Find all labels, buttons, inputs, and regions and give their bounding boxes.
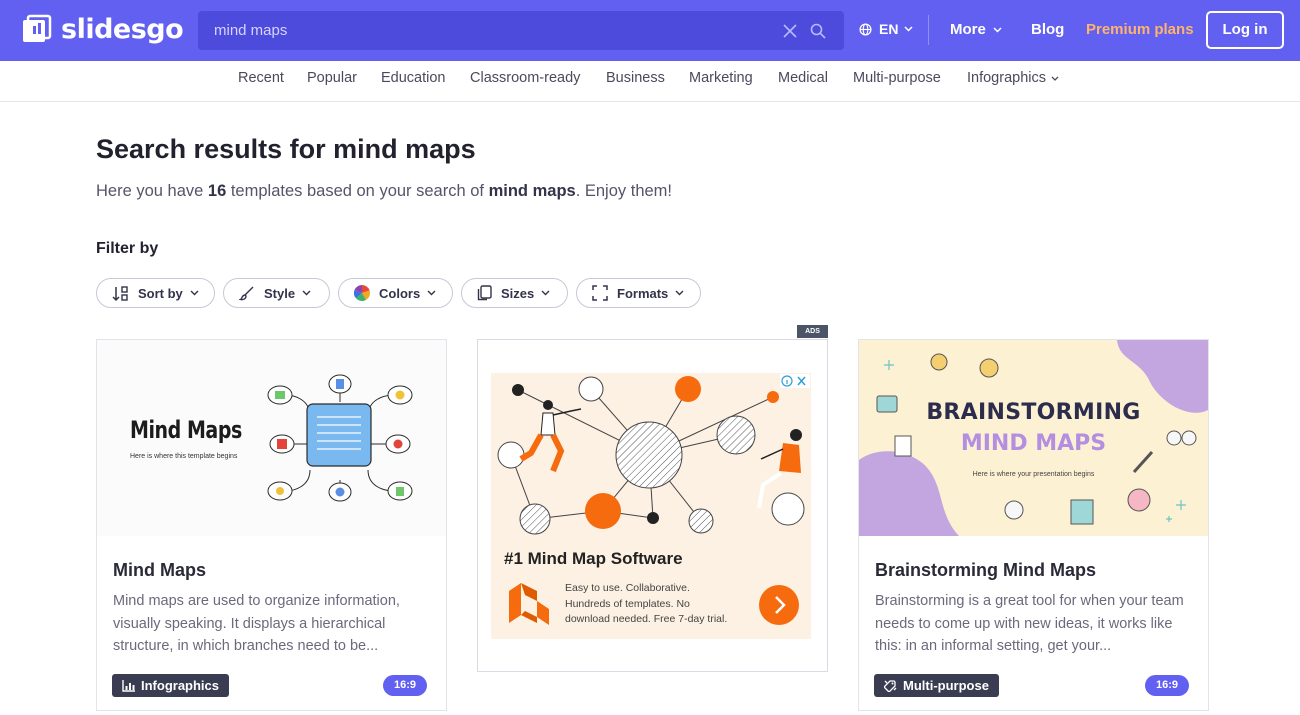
summary-text-pre: Here you have — [96, 182, 208, 200]
template-card[interactable]: Mind Maps Here is where this template be… — [96, 339, 447, 711]
slidesgo-logo-icon — [23, 14, 52, 42]
chevron-down-icon — [541, 290, 550, 296]
search-input[interactable] — [198, 11, 758, 50]
template-title[interactable]: Mind Maps — [113, 560, 206, 581]
results-summary: Here you have 16 templates based on your… — [96, 182, 672, 201]
mind-map-illustration — [267, 374, 413, 502]
globe-icon — [859, 22, 872, 36]
tag-label: Multi-purpose — [903, 678, 989, 693]
advertisement[interactable]: #1 Mind Map Software Easy to use. Collab… — [477, 339, 828, 672]
category-classroom-ready[interactable]: Classroom-ready — [470, 70, 580, 86]
slidesgo-logo[interactable]: slidesgo — [22, 13, 184, 45]
summary-text-post: . Enjoy them! — [575, 182, 672, 200]
category-multi-purpose[interactable]: Multi-purpose — [853, 70, 941, 86]
thumbnail-title: Mind Maps — [130, 416, 242, 444]
template-title[interactable]: Brainstorming Mind Maps — [875, 560, 1096, 581]
bar-chart-icon — [122, 679, 135, 692]
thumbnail-subtitle: Here is where this template begins — [130, 453, 238, 460]
sort-by-label: Sort by — [138, 285, 183, 301]
ads-label: ADS — [797, 325, 828, 338]
category-infographics[interactable]: Infographics — [967, 70, 1059, 86]
category-recent[interactable]: Recent — [238, 70, 284, 86]
aspect-ratio-badge: 16:9 — [383, 675, 427, 696]
ad-next-button[interactable] — [759, 585, 799, 625]
tag-link-icon — [884, 680, 897, 692]
ad-creative[interactable]: #1 Mind Map Software Easy to use. Collab… — [491, 373, 811, 639]
sizes-label: Sizes — [501, 285, 535, 301]
formats-label: Formats — [617, 285, 669, 301]
category-medical[interactable]: Medical — [778, 70, 828, 86]
ad-mind-map-illustration — [497, 376, 805, 535]
category-marketing[interactable]: Marketing — [689, 70, 753, 86]
chevron-down-icon — [190, 290, 199, 296]
search-box — [198, 11, 844, 50]
category-bar: Recent Popular Education Classroom-ready… — [0, 61, 1300, 102]
ad-choices-icon[interactable] — [780, 374, 810, 388]
category-tag-multi-purpose[interactable]: Multi-purpose — [874, 674, 999, 697]
chevron-down-icon — [427, 290, 436, 296]
result-count: 16 — [207, 182, 227, 200]
template-card[interactable]: BRAINSTORMING MIND MAPS Here is where yo… — [858, 339, 1209, 711]
login-button[interactable]: Log in — [1206, 11, 1284, 49]
language-label: EN — [879, 21, 899, 37]
template-description: Brainstorming is a great tool for when y… — [875, 593, 1184, 654]
thumbnail-title-line-1: BRAINSTORMING — [926, 400, 1141, 425]
more-label: More — [950, 21, 986, 38]
category-popular[interactable]: Popular — [307, 70, 357, 86]
search-query: mind maps — [488, 182, 576, 200]
brush-icon — [239, 286, 254, 301]
ad-description: Easy to use. Collaborative. Hundreds of … — [565, 582, 728, 625]
category-education[interactable]: Education — [381, 70, 446, 86]
template-thumbnail[interactable]: BRAINSTORMING MIND MAPS Here is where yo… — [859, 340, 1208, 536]
page-title: Search results for mind maps — [96, 134, 476, 164]
colors-filter[interactable]: Colors — [338, 278, 453, 308]
sizes-filter[interactable]: Sizes — [461, 278, 568, 308]
sort-icon — [112, 285, 128, 301]
color-wheel-icon — [354, 285, 370, 301]
header-divider — [928, 15, 929, 45]
more-menu[interactable]: More — [950, 21, 1002, 38]
ad-brand-logo — [509, 583, 549, 625]
clear-search-icon[interactable] — [782, 23, 798, 39]
top-navigation-bar: slidesgo EN More Blog Premium plans Log … — [0, 0, 1300, 61]
logo-text: slidesgo — [61, 13, 184, 45]
language-selector[interactable]: EN — [859, 21, 913, 37]
filter-label: Filter by — [96, 240, 159, 257]
chevron-down-icon — [302, 290, 311, 296]
chevron-down-icon — [904, 26, 913, 32]
style-filter[interactable]: Style — [223, 278, 330, 308]
category-infographics-label: Infographics — [967, 70, 1046, 86]
tag-label: Infographics — [141, 678, 220, 693]
aspect-ratio-badge: 16:9 — [1145, 675, 1189, 696]
chevron-right-icon — [775, 596, 786, 614]
sort-by-filter[interactable]: Sort by — [96, 278, 215, 308]
colors-label: Colors — [379, 285, 421, 301]
chevron-down-icon — [675, 290, 684, 296]
template-thumbnail[interactable]: Mind Maps Here is where this template be… — [97, 340, 446, 536]
frame-icon — [592, 285, 608, 301]
category-tag-infographics[interactable]: Infographics — [112, 674, 230, 697]
blog-link[interactable]: Blog — [1031, 21, 1064, 38]
chevron-down-icon — [1051, 76, 1059, 81]
thumbnail-subtitle: Here is where your presentation begins — [972, 471, 1095, 478]
thumbnail-title-line-2: MIND MAPS — [960, 431, 1107, 456]
formats-filter[interactable]: Formats — [576, 278, 701, 308]
search-icon[interactable] — [810, 23, 826, 39]
ad-title[interactable]: #1 Mind Map Software — [504, 549, 683, 569]
category-business[interactable]: Business — [606, 70, 665, 86]
premium-plans-link[interactable]: Premium plans — [1086, 21, 1194, 38]
style-label: Style — [264, 285, 296, 301]
copy-icon — [477, 285, 492, 301]
chevron-down-icon — [993, 26, 1002, 33]
summary-text-mid: templates based on your search of — [226, 182, 489, 200]
template-description: Mind maps are used to organize informati… — [113, 593, 400, 654]
